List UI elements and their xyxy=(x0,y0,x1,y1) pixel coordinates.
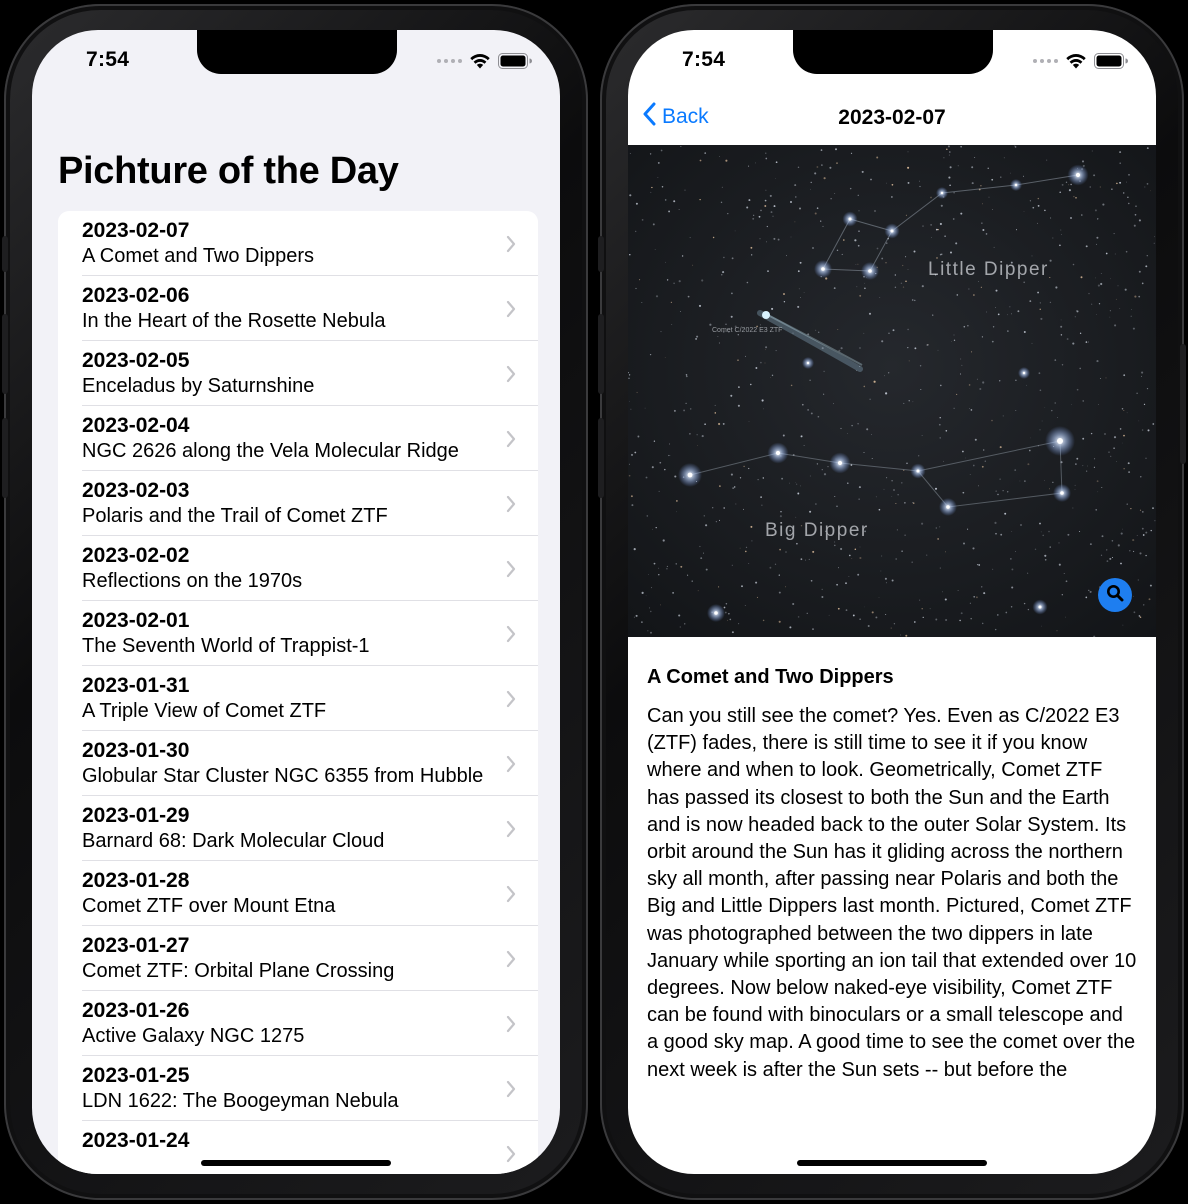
list-row[interactable]: 2023-01-30 Globular Star Cluster NGC 6355… xyxy=(58,731,538,796)
detail-screen: 7:54 Back 2023-02-07 Little Dipper Big D… xyxy=(628,30,1156,1174)
row-date: 2023-01-26 xyxy=(82,999,190,1022)
row-date: 2023-01-24 xyxy=(82,1129,190,1152)
notch xyxy=(793,30,993,74)
row-title: Comet ZTF over Mount Etna xyxy=(82,895,336,917)
chevron-right-icon xyxy=(506,300,516,318)
power-button xyxy=(1180,344,1186,464)
row-date: 2023-02-01 xyxy=(82,609,190,632)
apod-image[interactable]: Little Dipper Big Dipper Comet C/2022 E3… xyxy=(628,145,1156,637)
phone-detail: 7:54 Back 2023-02-07 Little Dipper Big D… xyxy=(598,4,1186,1200)
wifi-icon xyxy=(470,53,490,69)
row-date: 2023-01-31 xyxy=(82,674,190,697)
star-field-image: Little Dipper Big Dipper Comet C/2022 E3… xyxy=(628,145,1156,637)
picture-list: 2023-02-07 A Comet and Two Dippers 2023-02… xyxy=(58,211,538,1174)
list-row[interactable]: 2023-01-29 Barnard 68: Dark Molecular Clo… xyxy=(58,796,538,861)
chevron-right-icon xyxy=(506,1080,516,1098)
row-title: NGC 2626 along the Vela Molecular Ridge xyxy=(82,440,459,462)
home-indicator[interactable] xyxy=(797,1160,987,1166)
notch xyxy=(197,30,397,74)
row-title: Comet ZTF: Orbital Plane Crossing xyxy=(82,960,395,982)
chevron-right-icon xyxy=(506,365,516,383)
row-title: Barnard 68: Dark Molecular Cloud xyxy=(82,830,385,852)
row-title: Polaris and the Trail of Comet ZTF xyxy=(82,505,388,527)
list-row[interactable]: 2023-01-31 A Triple View of Comet ZTF xyxy=(58,666,538,731)
row-title: Active Galaxy NGC 1275 xyxy=(82,1025,305,1047)
list-row[interactable]: 2023-01-28 Comet ZTF over Mount Etna xyxy=(58,861,538,926)
row-date: 2023-02-04 xyxy=(82,414,190,437)
phone-list: 7:54 Pichture of the Day 2023-02-07 A Com… xyxy=(2,4,588,1200)
list-row[interactable]: 2023-02-04 NGC 2626 along the Vela Molecu… xyxy=(58,406,538,471)
page-title: Pichture of the Day xyxy=(58,150,399,192)
wifi-icon xyxy=(1066,53,1086,69)
row-date: 2023-01-28 xyxy=(82,869,190,892)
row-date: 2023-02-02 xyxy=(82,544,190,567)
chevron-right-icon xyxy=(506,1015,516,1033)
big-dipper-label: Big Dipper xyxy=(765,520,869,541)
row-title: Reflections on the 1970s xyxy=(82,570,303,592)
battery-icon xyxy=(1094,53,1128,69)
volume-down-button xyxy=(598,418,604,498)
chevron-right-icon xyxy=(506,560,516,578)
row-date: 2023-01-27 xyxy=(82,934,190,957)
list-row[interactable]: 2023-01-24 xyxy=(58,1121,538,1174)
list-row[interactable]: 2023-01-26 Active Galaxy NGC 1275 xyxy=(58,991,538,1056)
article-title: A Comet and Two Dippers xyxy=(647,666,894,688)
article-body: Can you still see the comet? Yes. Even a… xyxy=(647,705,1137,1081)
row-title: A Triple View of Comet ZTF xyxy=(82,700,327,722)
row-title: The Seventh World of Trappist-1 xyxy=(82,635,370,657)
mute-switch xyxy=(2,236,8,272)
row-date: 2023-02-05 xyxy=(82,349,190,372)
list-row[interactable]: 2023-02-05 Enceladus by Saturnshine xyxy=(58,341,538,406)
chevron-right-icon xyxy=(506,690,516,708)
chevron-right-icon xyxy=(506,820,516,838)
nav-title: 2023-02-07 xyxy=(838,106,946,129)
row-date: 2023-01-30 xyxy=(82,739,190,762)
row-date: 2023-01-25 xyxy=(82,1064,190,1087)
little-dipper-label: Little Dipper xyxy=(928,259,1049,280)
volume-up-button xyxy=(598,314,604,394)
signal-icon xyxy=(437,59,462,63)
navigation-bar: Back 2023-02-07 xyxy=(628,96,1156,144)
row-date: 2023-01-29 xyxy=(82,804,190,827)
row-date: 2023-02-03 xyxy=(82,479,190,502)
status-time: 7:54 xyxy=(682,48,726,71)
chevron-right-icon xyxy=(506,755,516,773)
row-title: Enceladus by Saturnshine xyxy=(82,375,315,397)
chevron-right-icon xyxy=(506,235,516,253)
chevron-right-icon xyxy=(506,495,516,513)
chevron-right-icon xyxy=(506,885,516,903)
list-row[interactable]: 2023-01-25 LDN 1622: The Boogeyman Nebula xyxy=(58,1056,538,1121)
list-row[interactable]: 2023-02-03 Polaris and the Trail of Comet… xyxy=(58,471,538,536)
battery-icon xyxy=(498,53,532,69)
row-date: 2023-02-06 xyxy=(82,284,190,307)
chevron-right-icon xyxy=(506,625,516,643)
row-title: LDN 1622: The Boogeyman Nebula xyxy=(82,1090,399,1112)
magnifier-icon xyxy=(1106,584,1124,607)
list-row[interactable]: 2023-02-07 A Comet and Two Dippers xyxy=(58,211,538,276)
row-title: Globular Star Cluster NGC 6355 from Hubb… xyxy=(82,765,484,787)
list-row[interactable]: 2023-02-02 Reflections on the 1970s xyxy=(58,536,538,601)
mute-switch xyxy=(598,236,604,272)
list-row[interactable]: 2023-02-06 In the Heart of the Rosette Ne… xyxy=(58,276,538,341)
row-title: A Comet and Two Dippers xyxy=(82,245,314,267)
list-row[interactable]: 2023-02-01 The Seventh World of Trappist-… xyxy=(58,601,538,666)
row-date: 2023-02-07 xyxy=(82,219,190,242)
home-indicator[interactable] xyxy=(201,1160,391,1166)
signal-icon xyxy=(1033,59,1058,63)
status-time: 7:54 xyxy=(86,48,130,71)
row-title: In the Heart of the Rosette Nebula xyxy=(82,310,386,332)
volume-up-button xyxy=(2,314,8,394)
comet-label: Comet C/2022 E3 ZTF xyxy=(712,327,782,334)
list-screen: 7:54 Pichture of the Day 2023-02-07 A Com… xyxy=(32,30,560,1174)
list-row[interactable]: 2023-01-27 Comet ZTF: Orbital Plane Cross… xyxy=(58,926,538,991)
chevron-right-icon xyxy=(506,950,516,968)
volume-down-button xyxy=(2,418,8,498)
chevron-right-icon xyxy=(506,1145,516,1163)
chevron-right-icon xyxy=(506,430,516,448)
zoom-button[interactable] xyxy=(1098,578,1132,612)
